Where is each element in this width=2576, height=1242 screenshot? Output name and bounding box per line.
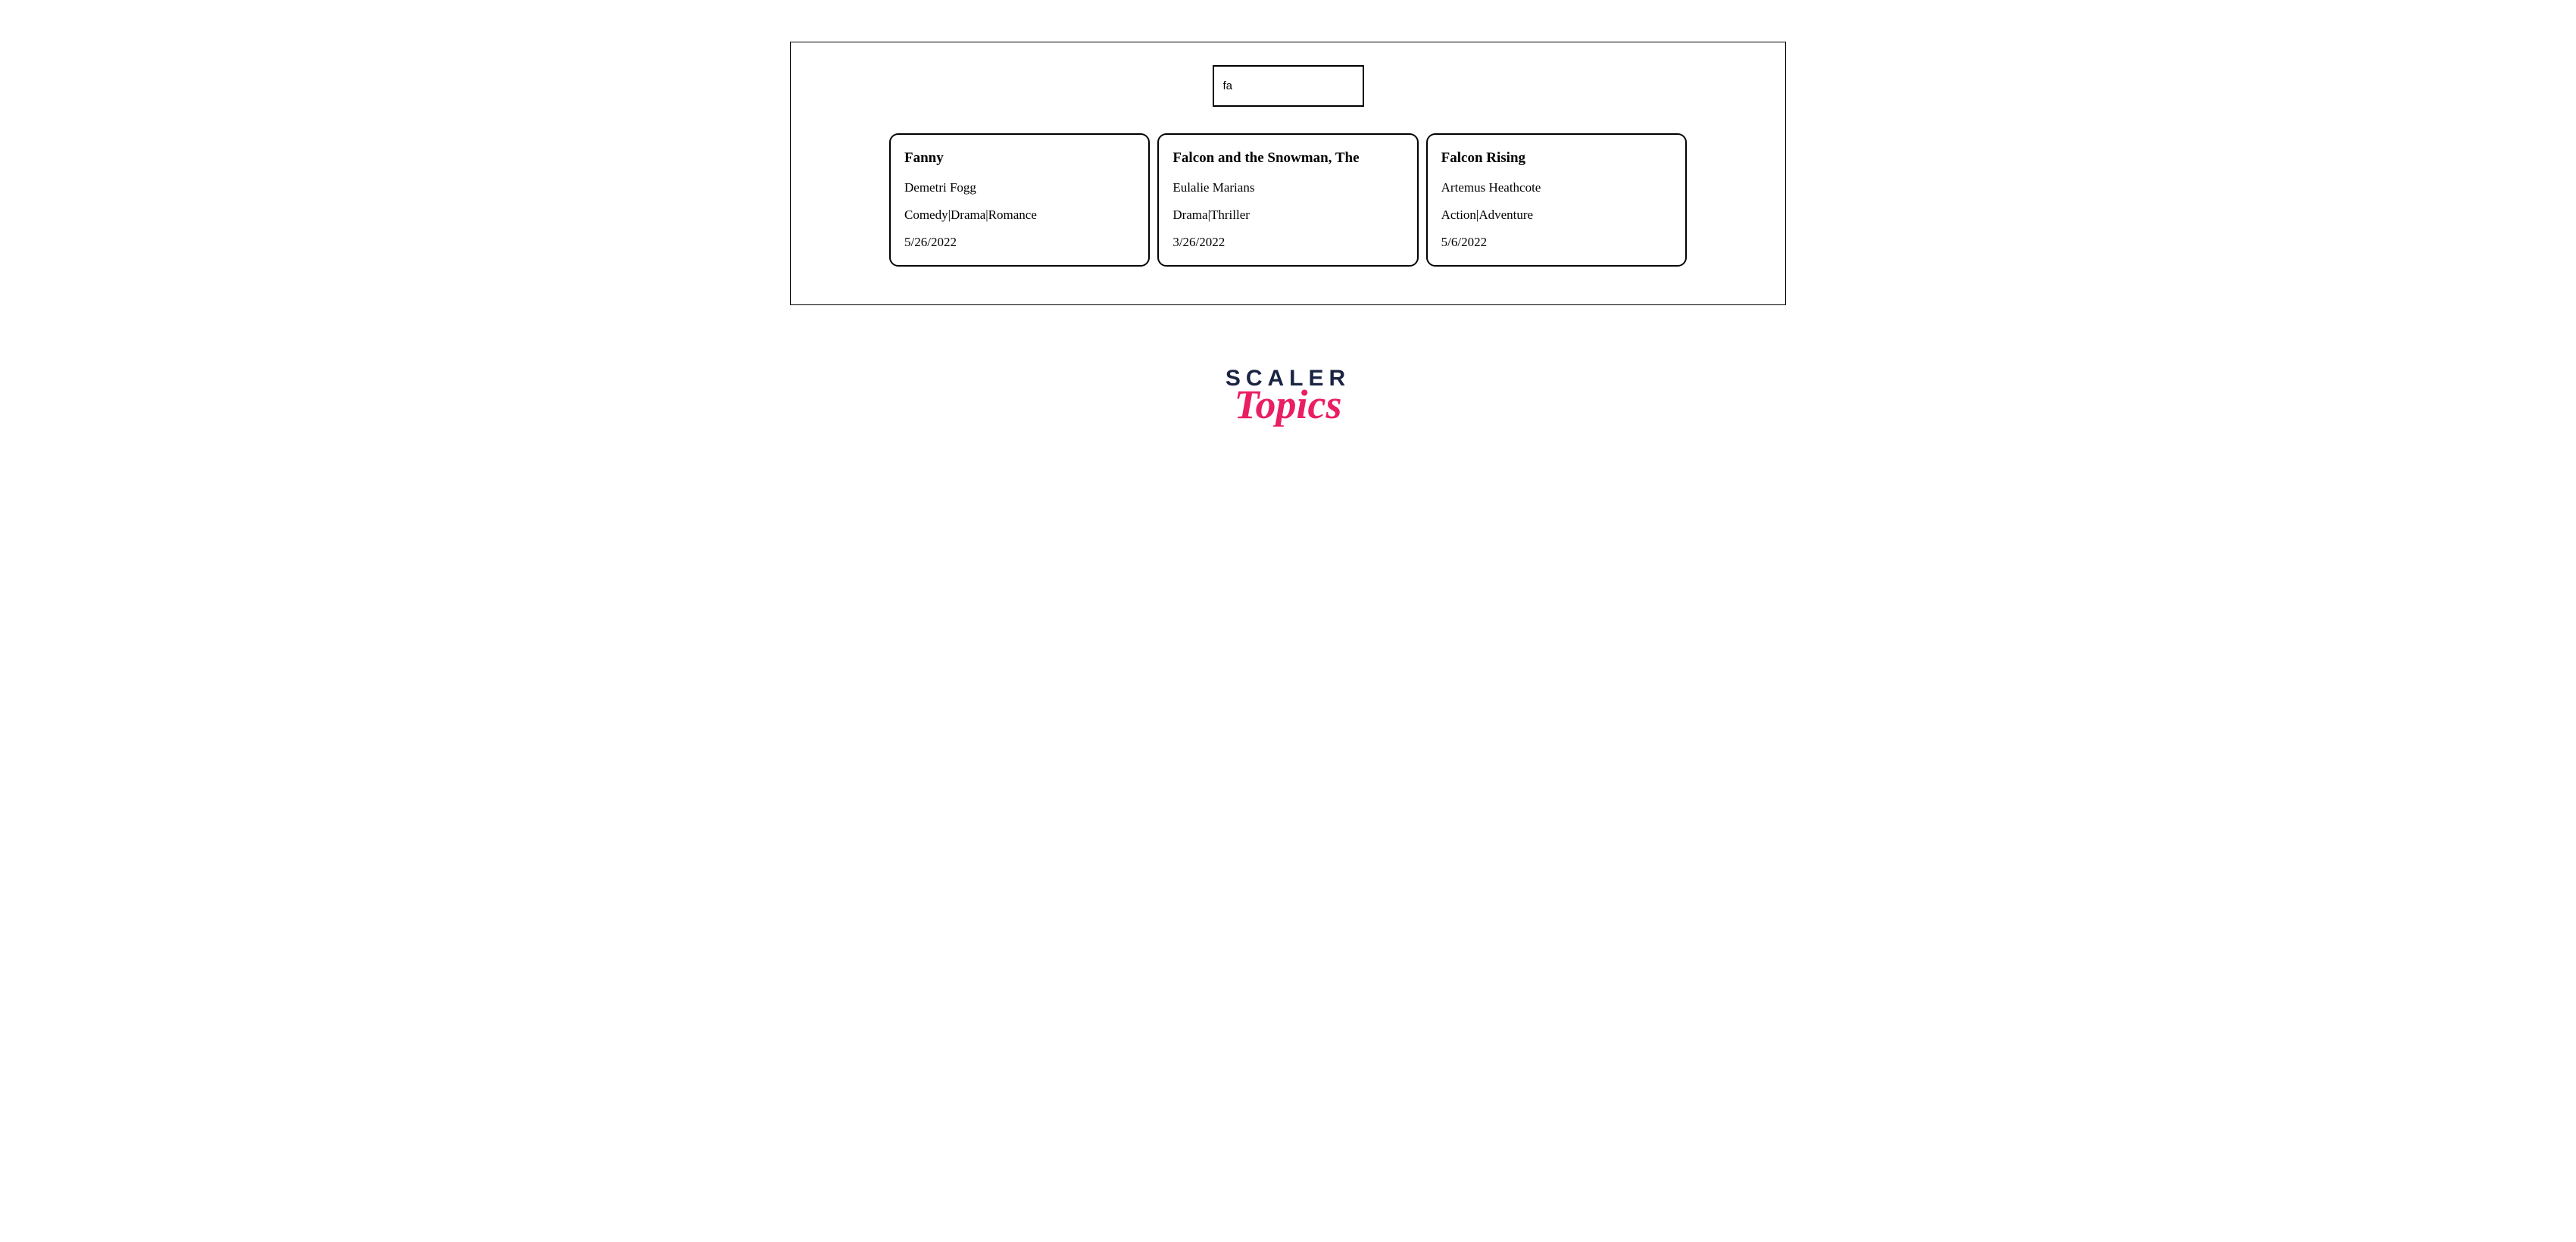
card-title: Fanny <box>904 150 1135 167</box>
main-container: Fanny Demetri Fogg Comedy|Drama|Romance … <box>790 42 1786 305</box>
search-input[interactable] <box>1213 65 1364 107</box>
card-genres: Comedy|Drama|Romance <box>904 208 1135 223</box>
card-author: Eulalie Marians <box>1172 180 1403 195</box>
logo-topics-text: Topics <box>1234 381 1341 428</box>
result-card: Fanny Demetri Fogg Comedy|Drama|Romance … <box>889 133 1150 267</box>
card-title: Falcon and the Snowman, The <box>1172 150 1403 167</box>
logo-wrapper: SCALER Topics <box>45 366 2531 428</box>
card-date: 3/26/2022 <box>1172 235 1403 250</box>
scaler-topics-logo: SCALER Topics <box>1226 366 1350 428</box>
search-wrapper <box>836 65 1740 107</box>
card-genres: Drama|Thriller <box>1172 208 1403 223</box>
result-card: Falcon Rising Artemus Heathcote Action|A… <box>1426 133 1687 267</box>
card-title: Falcon Rising <box>1441 150 1672 167</box>
card-author: Artemus Heathcote <box>1441 180 1672 195</box>
card-author: Demetri Fogg <box>904 180 1135 195</box>
card-date: 5/6/2022 <box>1441 235 1672 250</box>
card-date: 5/26/2022 <box>904 235 1135 250</box>
card-genres: Action|Adventure <box>1441 208 1672 223</box>
cards-row: Fanny Demetri Fogg Comedy|Drama|Romance … <box>836 133 1740 267</box>
result-card: Falcon and the Snowman, The Eulalie Mari… <box>1157 133 1418 267</box>
